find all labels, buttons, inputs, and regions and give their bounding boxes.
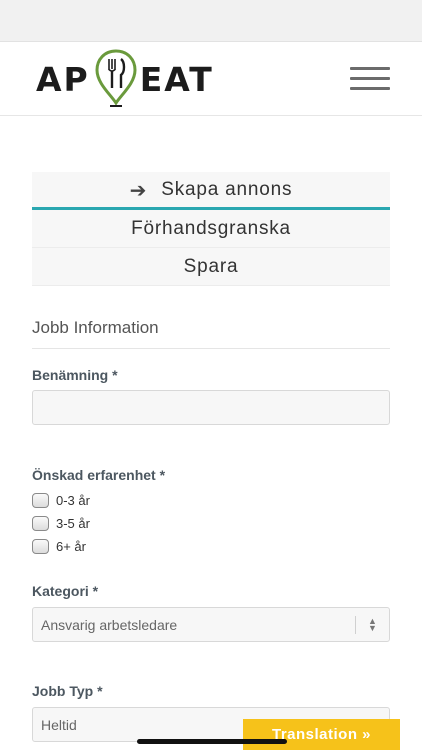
section-title: Jobb Information	[32, 318, 390, 349]
hamburger-menu-icon[interactable]	[350, 67, 390, 91]
checkbox-icon[interactable]	[32, 539, 49, 554]
step-create-ad[interactable]: ➔ Skapa annons	[32, 172, 390, 210]
step-label: Skapa annons	[161, 178, 293, 200]
logo[interactable]: AP EAT	[36, 48, 214, 110]
status-bar	[0, 0, 422, 42]
checkbox-3-5-years[interactable]: 3-5 år	[32, 516, 90, 531]
logo-text-right: EAT	[139, 59, 214, 99]
step-navigation: ➔ Skapa annons Förhandsgranska Spara	[32, 172, 390, 286]
checkbox-label: 3-5 år	[56, 516, 90, 531]
select-arrows-icon: ▲ ▼	[355, 616, 389, 634]
arrow-right-icon: ➔	[129, 177, 148, 202]
location-pin-cutlery-icon	[95, 49, 137, 107]
jobbtyp-label: Jobb Typ *	[32, 683, 103, 699]
checkbox-label: 0-3 år	[56, 493, 90, 508]
checkbox-0-3-years[interactable]: 0-3 år	[32, 493, 90, 508]
site-header: AP EAT	[0, 42, 422, 116]
home-indicator	[137, 739, 287, 744]
checkbox-icon[interactable]	[32, 516, 49, 531]
select-value: Ansvarig arbetsledare	[41, 616, 178, 633]
checkbox-icon[interactable]	[32, 493, 49, 508]
benamning-input[interactable]	[32, 390, 390, 425]
translation-button[interactable]: Translation »	[243, 719, 400, 750]
kategori-label: Kategori *	[32, 583, 99, 599]
step-preview[interactable]: Förhandsgranska	[32, 210, 390, 248]
benamning-label: Benämning *	[32, 367, 118, 383]
checkbox-label: 6+ år	[56, 539, 86, 554]
logo-text-left: AP	[36, 59, 90, 99]
select-value: Heltid	[41, 716, 77, 733]
kategori-select[interactable]: Ansvarig arbetsledare ▲ ▼	[32, 607, 390, 642]
erfarenhet-label: Önskad erfarenhet *	[32, 467, 166, 483]
checkbox-6-plus-years[interactable]: 6+ år	[32, 539, 86, 554]
step-save[interactable]: Spara	[32, 248, 390, 286]
step-label: Spara	[183, 255, 239, 277]
step-label: Förhandsgranska	[131, 217, 291, 239]
